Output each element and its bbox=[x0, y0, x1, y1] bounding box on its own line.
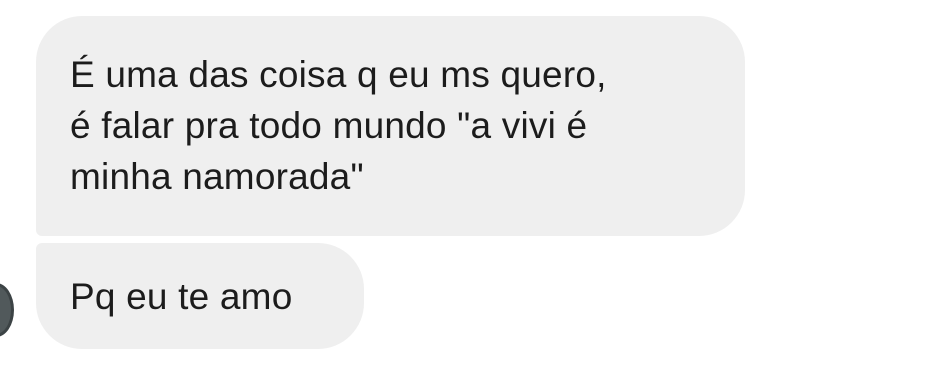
message-bubble[interactable]: É uma das coisa q eu ms quero, é falar p… bbox=[36, 16, 745, 236]
message-thread: É uma das coisa q eu ms quero, é falar p… bbox=[0, 0, 952, 388]
message-text-line: minha namorada" bbox=[70, 156, 364, 197]
contact-avatar[interactable] bbox=[0, 283, 14, 337]
message-text-line: Pq eu te amo bbox=[70, 276, 293, 317]
message-bubble[interactable]: Pq eu te amo bbox=[36, 243, 364, 349]
message-text-line: É uma das coisa q eu ms quero, bbox=[70, 54, 607, 95]
message-text-line: é falar pra todo mundo "a vivi é bbox=[70, 105, 588, 146]
